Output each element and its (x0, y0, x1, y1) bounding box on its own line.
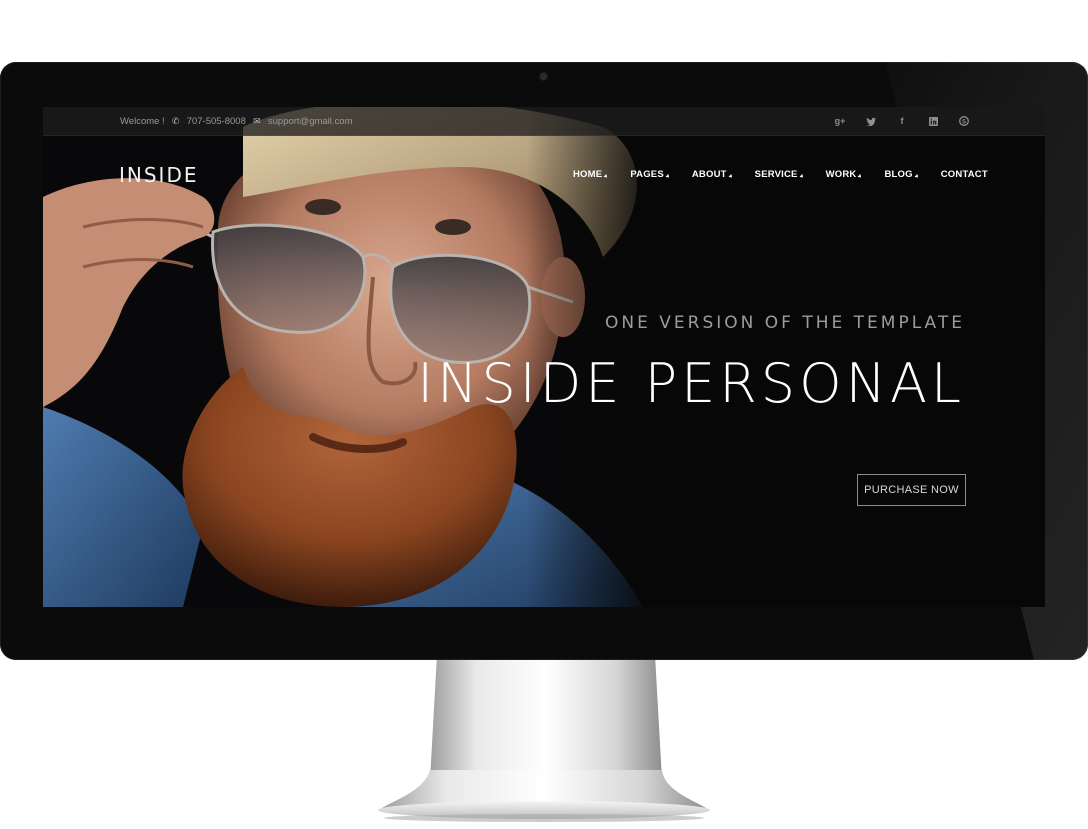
nav-label: ABOUT (691, 169, 727, 180)
main-nav: HOME PAGES ABOUT SERVICE WORK BLOG CONTA… (573, 169, 1010, 180)
google-plus-icon[interactable]: g+ (833, 114, 847, 128)
contact-info: Welcome ! ✆ 707-505-8008 ✉ support@gmail… (120, 116, 353, 127)
nav-item-work[interactable]: WORK (826, 169, 863, 180)
hero-title: INSIDE PERSONAL (417, 352, 965, 415)
caret-icon (728, 174, 734, 179)
nav-label: WORK (825, 169, 857, 180)
site-logo[interactable]: INSIDE (119, 163, 199, 187)
nav-label: BLOG (884, 169, 913, 180)
nav-item-service[interactable]: SERVICE (754, 169, 805, 180)
nav-item-pages[interactable]: PAGES (630, 169, 671, 180)
purchase-now-button[interactable]: PURCHASE NOW (857, 474, 966, 506)
svg-text:S: S (962, 119, 966, 125)
email-address[interactable]: support@gmail.com (268, 116, 353, 127)
hero-subtitle: ONE VERSION OF THE TEMPLATE (605, 313, 965, 333)
twitter-icon[interactable] (864, 114, 878, 128)
nav-label: CONTACT (940, 169, 988, 180)
nav-label: SERVICE (754, 169, 798, 180)
caret-icon (665, 174, 671, 179)
social-links: g+ f S (833, 114, 971, 128)
phone-icon: ✆ (171, 116, 180, 126)
webcam (540, 73, 547, 80)
welcome-text: Welcome ! (120, 116, 165, 127)
nav-item-home[interactable]: HOME (573, 169, 609, 180)
mail-icon: ✉ (253, 116, 261, 126)
monitor-bezel: Welcome ! ✆ 707-505-8008 ✉ support@gmail… (0, 62, 1088, 660)
nav-item-contact[interactable]: CONTACT (941, 169, 988, 180)
caret-icon (799, 174, 805, 179)
caret-icon (603, 174, 609, 179)
nav-item-blog[interactable]: BLOG (884, 169, 920, 180)
nav-item-about[interactable]: ABOUT (691, 169, 734, 180)
website-screen: Welcome ! ✆ 707-505-8008 ✉ support@gmail… (43, 107, 1045, 607)
nav-label: HOME (573, 169, 603, 180)
caret-icon (858, 174, 863, 179)
facebook-icon[interactable]: f (895, 114, 909, 128)
caret-icon (914, 174, 920, 179)
nav-label: PAGES (630, 169, 664, 180)
linkedin-icon[interactable] (926, 114, 940, 128)
phone-number[interactable]: 707-505-8008 (187, 116, 246, 127)
top-info-bar: Welcome ! ✆ 707-505-8008 ✉ support@gmail… (43, 107, 1045, 136)
skype-icon[interactable]: S (957, 114, 971, 128)
